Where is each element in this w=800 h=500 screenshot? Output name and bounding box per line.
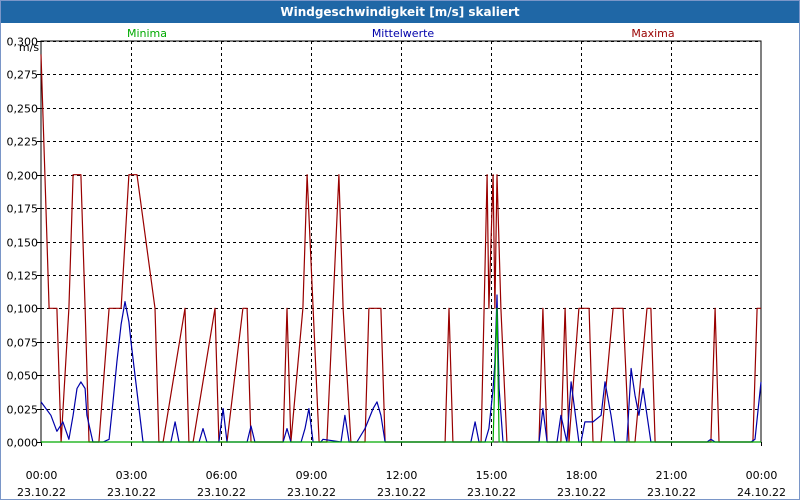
x-tick-label-time: 21:00 <box>656 469 688 482</box>
x-tick-label-date: 23.10.22 <box>467 486 516 499</box>
x-tick-label-date: 23.10.22 <box>647 486 696 499</box>
window-title: Windgeschwindigkeit [m/s] skaliert <box>1 1 799 23</box>
y-tick-label: 0,150 <box>7 237 39 250</box>
legend-mittelwerte: Mittelwerte <box>372 27 435 40</box>
x-tick-label-date: 23.10.22 <box>377 486 426 499</box>
legend-maxima: Maxima <box>631 27 674 40</box>
x-tick-label-time: 12:00 <box>386 469 418 482</box>
x-tick-label-date: 23.10.22 <box>107 486 156 499</box>
x-tick-label-time: 06:00 <box>206 469 238 482</box>
x-tick-label-date: 23.10.22 <box>17 486 66 499</box>
y-tick-label: 0,200 <box>7 170 39 183</box>
y-tick-label: 0,100 <box>7 303 39 316</box>
x-tick-label-date: 23.10.22 <box>197 486 246 499</box>
x-tick-label-date: 23.10.22 <box>287 486 336 499</box>
x-tick-label-time: 09:00 <box>296 469 328 482</box>
y-tick-label: 0,250 <box>7 103 39 116</box>
y-tick-label: 0,175 <box>7 203 39 216</box>
y-axis-label: m/s <box>19 41 39 54</box>
x-tick-label-time: 00:00 <box>26 469 58 482</box>
y-tick-label: 0,225 <box>7 136 39 149</box>
legend-minima: Minima <box>127 27 167 40</box>
chart-window: Windgeschwindigkeit [m/s] skaliert 0,000… <box>0 0 800 500</box>
x-tick-label-date: 24.10.22 <box>737 486 786 499</box>
y-tick-label: 0,075 <box>7 337 39 350</box>
y-tick-label: 0,125 <box>7 270 39 283</box>
y-tick-label: 0,025 <box>7 404 39 417</box>
x-tick-label-time: 15:00 <box>476 469 508 482</box>
x-tick-label-date: 23.10.22 <box>557 486 606 499</box>
y-tick-label: 0,050 <box>7 370 39 383</box>
wind-speed-chart: 0,000 0,025 0,050 0,075 0,100 0,125 0,150 0,175… <box>7 27 786 499</box>
x-tick-label-time: 03:00 <box>116 469 148 482</box>
x-tick-label-time: 18:00 <box>566 469 598 482</box>
y-tick-label: 0,000 <box>7 437 39 450</box>
y-tick-label: 0,275 <box>7 69 39 82</box>
x-tick-label-time: 00:00 <box>746 469 778 482</box>
